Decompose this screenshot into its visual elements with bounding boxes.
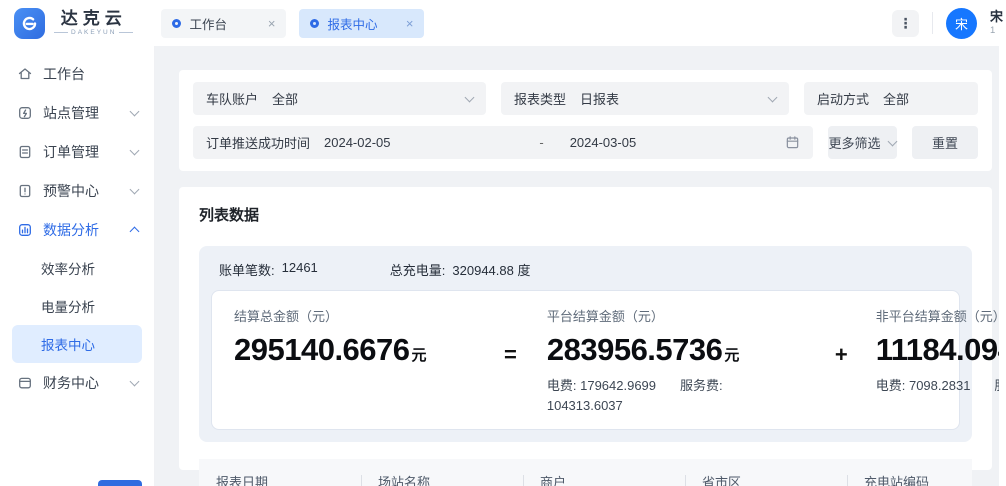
- equals-sign: =: [504, 342, 517, 368]
- column-header-station-code: 充电站编码: [847, 472, 972, 486]
- bill-count-stat: 账单笔数: 12461: [219, 260, 318, 279]
- filter-panel: 车队账户 全部 报表类型 日报表 启动方式 全部: [179, 70, 992, 171]
- total-settlement-amount: 295140.6676元: [234, 334, 486, 367]
- finance-icon: [17, 375, 33, 391]
- tab-workbench[interactable]: 工作台 ×: [161, 9, 286, 38]
- chevron-down-icon: [768, 93, 778, 103]
- list-panel: 列表数据 账单笔数: 12461 总充电量: 320944.88 度: [179, 187, 992, 470]
- date-end-value[interactable]: 2024-03-05: [570, 135, 785, 150]
- total-charge-stat: 总充电量: 320944.88 度: [390, 260, 531, 279]
- sidebar: 工作台 站点管理 订单管理 预警中心: [0, 46, 155, 486]
- brand-name: 达克云: [61, 10, 127, 29]
- date-range-separator: -: [539, 135, 543, 150]
- app-window: 达克云 DAKEYUN 工作台 × 报表中心 × ⋮ 宋 宋 1: [0, 0, 1006, 486]
- brand-icon: [14, 8, 45, 39]
- brand-logo: 达克云 DAKEYUN: [14, 8, 133, 39]
- tab-label: 工作台: [189, 14, 227, 33]
- total-settlement-column: 结算总金额（元） 295140.6676元: [234, 306, 486, 367]
- chevron-up-icon: [130, 227, 140, 237]
- sidebar-subitem-efficiency-analysis[interactable]: 效率分析: [0, 249, 154, 287]
- sidebar-subitem-energy-analysis[interactable]: 电量分析: [0, 287, 154, 325]
- chevron-down-icon: [130, 376, 140, 386]
- start-mode-select[interactable]: 启动方式 全部: [804, 82, 978, 115]
- close-icon[interactable]: ×: [406, 17, 414, 30]
- column-header-station-name: 场站名称: [361, 472, 523, 486]
- column-header-report-date: 报表日期: [199, 472, 361, 486]
- fleet-account-select[interactable]: 车队账户 全部: [193, 82, 486, 115]
- user-name: 宋: [990, 9, 1006, 25]
- bottom-blue-fragment: [98, 480, 142, 486]
- sidebar-subitem-report-center[interactable]: 报表中心: [12, 325, 142, 363]
- header-actions: ⋮ 宋 宋 1: [892, 8, 1006, 39]
- reset-button[interactable]: 重置: [912, 126, 978, 159]
- chevron-down-icon: [465, 93, 475, 103]
- more-filters-button[interactable]: 更多筛选: [828, 126, 897, 159]
- section-title: 列表数据: [199, 204, 972, 225]
- kebab-menu-icon[interactable]: ⋮: [892, 10, 919, 37]
- report-type-select[interactable]: 报表类型 日报表: [501, 82, 789, 115]
- chevron-down-icon: [130, 145, 140, 155]
- main-content: 车队账户 全部 报表类型 日报表 启动方式 全部: [155, 46, 1006, 486]
- top-header: 达克云 DAKEYUN 工作台 × 报表中心 × ⋮ 宋 宋 1: [0, 0, 1006, 46]
- column-header-region: 省市区: [685, 472, 847, 486]
- chevron-down-icon: [130, 184, 140, 194]
- sidebar-item-order-mgmt[interactable]: 订单管理: [0, 132, 154, 171]
- sidebar-item-alert-center[interactable]: 预警中心: [0, 171, 154, 210]
- order-icon: [17, 144, 33, 160]
- chevron-down-icon: [130, 106, 140, 116]
- settlement-summary-card: 结算总金额（元） 295140.6676元 = 平台结算金额（元） 283956…: [211, 290, 960, 430]
- brand-subtitle: DAKEYUN: [54, 29, 133, 36]
- workbench-icon: [17, 66, 33, 82]
- scrollbar-track[interactable]: [999, 46, 1006, 486]
- non-platform-fees: 电费: 7098.2831服务费: 4085.8109: [876, 376, 1006, 396]
- tab-label: 报表中心: [327, 14, 377, 33]
- table-header-row: 报表日期 场站名称 商户 省市区 充电站编码: [199, 459, 972, 486]
- alert-icon: [17, 183, 33, 199]
- close-icon[interactable]: ×: [268, 17, 276, 30]
- header-divider: [932, 12, 933, 34]
- platform-settlement-column: 平台结算金额（元） 283956.5736元 电费: 179642.9699服务…: [547, 306, 809, 416]
- calendar-icon: [785, 135, 800, 150]
- order-push-time-range-picker[interactable]: 订单推送成功时间 2024-02-05 - 2024-03-05: [193, 126, 813, 159]
- tab-report-center[interactable]: 报表中心 ×: [299, 9, 424, 38]
- chevron-down-icon: [888, 137, 898, 147]
- sidebar-item-data-analysis[interactable]: 数据分析: [0, 210, 154, 249]
- avatar[interactable]: 宋: [946, 8, 977, 39]
- sidebar-item-finance-center[interactable]: 财务中心: [0, 363, 154, 402]
- column-header-merchant: 商户: [523, 472, 685, 486]
- user-info: 宋 1: [990, 9, 1006, 37]
- platform-fees: 电费: 179642.9699服务费: 104313.6037: [547, 376, 782, 416]
- non-platform-settlement-amount: 11184.094元: [876, 334, 1006, 367]
- plus-sign: +: [835, 342, 848, 368]
- data-analysis-icon: [17, 222, 33, 238]
- non-platform-settlement-column: 非平台结算金额（元） 11184.094元 电费: 7098.2831服务费: …: [876, 306, 1006, 396]
- tab-dot-icon: [310, 19, 319, 28]
- summary-area: 账单笔数: 12461 总充电量: 320944.88 度 结算总金额（元） 2…: [199, 246, 972, 442]
- platform-settlement-amount: 283956.5736元: [547, 334, 809, 367]
- tab-dot-icon: [172, 19, 181, 28]
- sidebar-item-workbench[interactable]: 工作台: [0, 54, 154, 93]
- station-icon: [17, 105, 33, 121]
- sidebar-item-station-mgmt[interactable]: 站点管理: [0, 93, 154, 132]
- user-subtitle: 1: [990, 25, 1006, 37]
- tab-bar: 工作台 × 报表中心 ×: [161, 9, 424, 38]
- date-start-value[interactable]: 2024-02-05: [324, 135, 539, 150]
